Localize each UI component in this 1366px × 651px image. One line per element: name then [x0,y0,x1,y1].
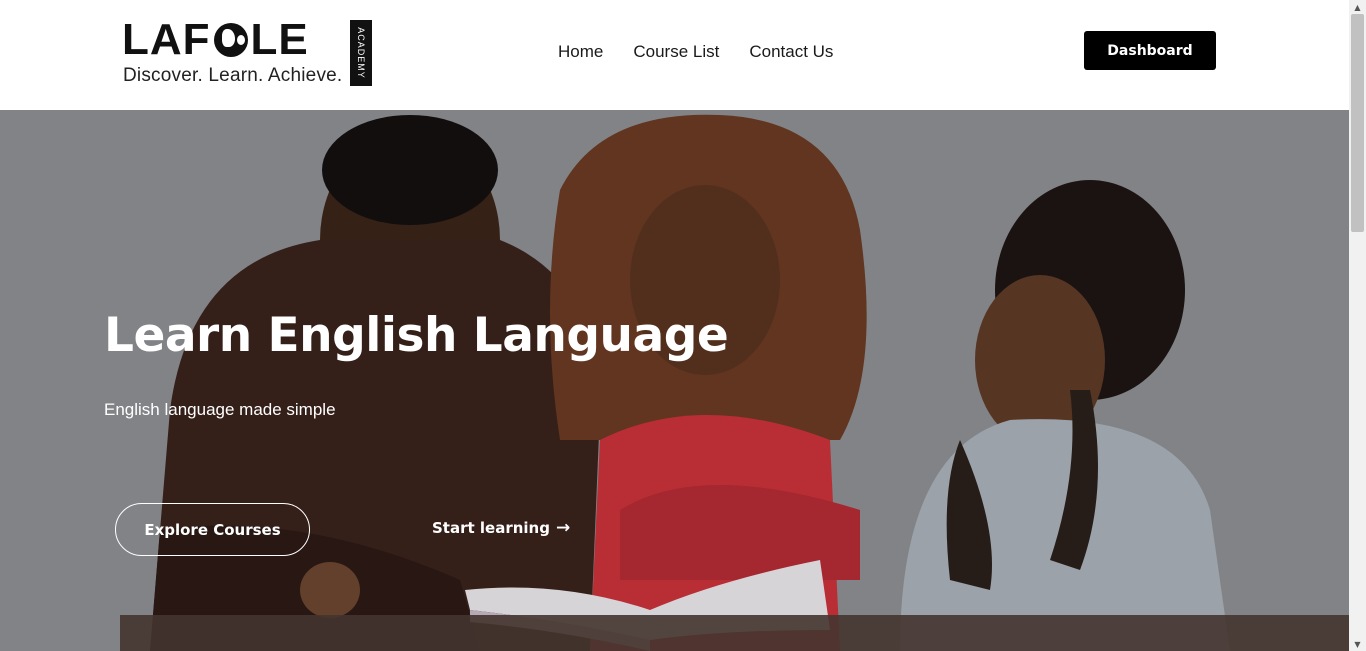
hero-photo [0,110,1349,651]
scroll-down-icon[interactable]: ▼ [1349,637,1366,651]
scroll-up-icon[interactable]: ▲ [1349,0,1366,14]
nav-home[interactable]: Home [558,42,603,62]
hero-section: Learn English Language English language … [0,110,1349,651]
start-learning-label: Start learning [432,519,550,537]
main-nav: Home Course List Contact Us [558,42,833,62]
logo-wordmark: LAF LE [122,15,309,64]
dashboard-button[interactable]: Dashboard [1084,31,1216,70]
logo-academy-label: ACADEMY [350,20,372,86]
hero-title: Learn English Language [104,308,729,363]
start-learning-link[interactable]: Start learning → [432,519,570,537]
hero-subtitle: English language made simple [104,400,336,419]
arrow-right-icon: → [555,517,571,538]
logo-tagline: Discover. Learn. Achieve. [123,65,343,86]
logo[interactable]: LAF LE Discover. Learn. Achieve. ACADEMY [122,15,372,86]
scroll-thumb[interactable] [1351,14,1364,232]
nav-contact-us[interactable]: Contact Us [749,42,833,62]
site-header: LAF LE Discover. Learn. Achieve. ACADEMY … [0,0,1349,110]
globe-icon [213,23,248,57]
vertical-scrollbar[interactable]: ▲ ▼ [1349,0,1366,651]
explore-courses-button[interactable]: Explore Courses [115,503,310,556]
nav-course-list[interactable]: Course List [633,42,719,62]
